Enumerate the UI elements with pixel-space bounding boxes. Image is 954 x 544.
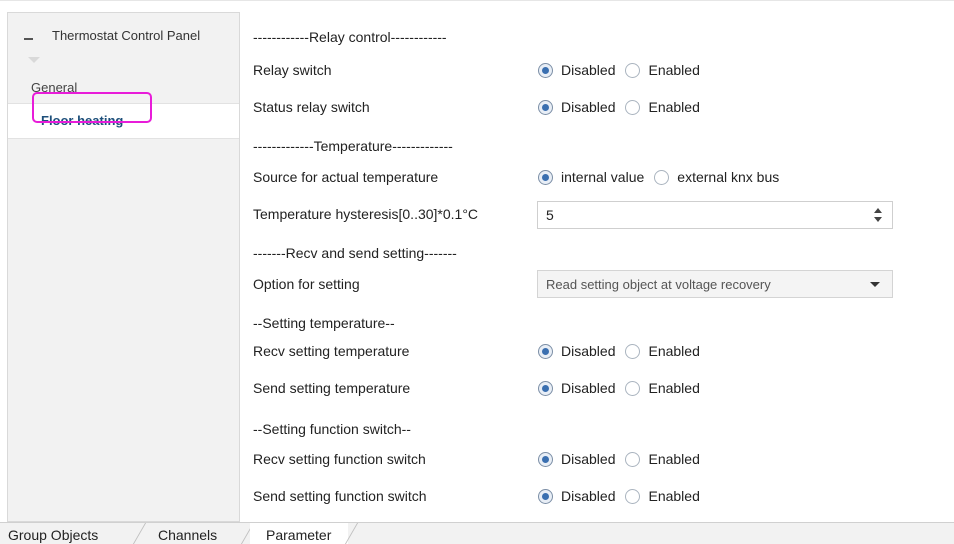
radio-selected-icon[interactable] — [538, 451, 553, 467]
radio-disabled[interactable]: Disabled — [538, 62, 615, 78]
param-label: Send setting function switch — [253, 488, 427, 504]
radio-selected-icon[interactable] — [538, 169, 553, 185]
radio-group: Disabled Enabled — [538, 451, 710, 467]
spinbox-arrows[interactable] — [874, 206, 882, 224]
parameter-panel: ------------Relay control------------ Re… — [240, 12, 954, 522]
radio-unselected-icon[interactable] — [625, 380, 641, 396]
radio-group: Disabled Enabled — [538, 488, 710, 504]
hysteresis-spinbox[interactable]: 5 — [537, 201, 893, 229]
radio-selected-icon[interactable] — [538, 488, 553, 504]
radio-enabled[interactable]: Enabled — [625, 488, 700, 504]
radio-disabled[interactable]: Disabled — [538, 488, 615, 504]
param-label: Source for actual temperature — [253, 169, 439, 185]
radio-disabled[interactable]: Disabled — [538, 380, 615, 396]
spinbox-value[interactable]: 5 — [546, 207, 554, 223]
dropdown-value: Read setting object at voltage recovery — [546, 277, 771, 292]
tree-root[interactable]: Thermostat Control Panel — [8, 13, 239, 63]
radio-group: Disabled Enabled — [538, 380, 710, 396]
separator-text: --Setting temperature-- — [253, 315, 395, 331]
bottom-tab-bar: Group Objects Channels Parameter — [0, 522, 954, 544]
radio-unselected-icon[interactable] — [625, 488, 641, 504]
radio-disabled[interactable]: Disabled — [538, 451, 615, 467]
radio-enabled[interactable]: Enabled — [625, 451, 700, 467]
radio-group: internal value external knx bus — [538, 169, 789, 185]
radio-label: external knx bus — [677, 169, 780, 185]
radio-selected-icon[interactable] — [538, 380, 553, 396]
radio-enabled[interactable]: Enabled — [625, 62, 700, 78]
spin-down-icon[interactable] — [874, 217, 882, 222]
param-label: Send setting temperature — [253, 380, 411, 396]
radio-label: Disabled — [561, 380, 616, 396]
collapse-icon[interactable] — [24, 38, 33, 40]
tree-root-label: Thermostat Control Panel — [52, 28, 201, 43]
param-label: Status relay switch — [253, 99, 370, 115]
option-setting-dropdown[interactable]: Read setting object at voltage recovery — [537, 270, 893, 298]
radio-unselected-icon[interactable] — [654, 169, 670, 185]
radio-enabled[interactable]: Enabled — [625, 380, 700, 396]
param-label: Relay switch — [253, 62, 332, 78]
tab-group-objects[interactable]: Group Objects — [0, 523, 140, 544]
radio-selected-icon[interactable] — [538, 343, 553, 359]
radio-label: internal value — [561, 169, 645, 185]
tab-label: Group Objects — [8, 527, 99, 543]
radio-unselected-icon[interactable] — [625, 451, 641, 467]
separator-text: -------------Temperature------------- — [253, 138, 453, 154]
radio-disabled[interactable]: Disabled — [538, 99, 615, 115]
radio-internal-value[interactable]: internal value — [538, 169, 644, 185]
radio-label: Enabled — [648, 99, 700, 115]
radio-group: Disabled Enabled — [538, 343, 710, 359]
tree-notch — [28, 57, 40, 63]
radio-label: Enabled — [648, 343, 700, 359]
radio-label: Disabled — [561, 343, 616, 359]
radio-label: Disabled — [561, 451, 616, 467]
radio-unselected-icon[interactable] — [625, 62, 641, 78]
radio-unselected-icon[interactable] — [625, 343, 641, 359]
radio-label: Enabled — [648, 451, 700, 467]
radio-disabled[interactable]: Disabled — [538, 343, 615, 359]
radio-group: Disabled Enabled — [538, 99, 710, 115]
window-top-edge — [0, 0, 954, 11]
chevron-down-icon[interactable] — [870, 282, 880, 287]
radio-label: Disabled — [561, 99, 616, 115]
tab-label: Channels — [158, 527, 218, 543]
radio-label: Enabled — [648, 380, 700, 396]
spin-up-icon[interactable] — [874, 208, 882, 213]
radio-group: Disabled Enabled — [538, 62, 710, 78]
param-label: Option for setting — [253, 276, 360, 292]
param-label: Temperature hysteresis[0..30]*0.1°C — [253, 206, 479, 222]
radio-label: Disabled — [561, 62, 616, 78]
separator-text: --Setting function switch-- — [253, 421, 411, 437]
radio-enabled[interactable]: Enabled — [625, 99, 700, 115]
radio-selected-icon[interactable] — [538, 62, 553, 78]
param-label: Recv setting function switch — [253, 451, 426, 467]
radio-selected-icon[interactable] — [538, 99, 553, 115]
radio-label: Enabled — [648, 488, 700, 504]
tab-channels[interactable]: Channels — [145, 523, 240, 544]
radio-enabled[interactable]: Enabled — [625, 343, 700, 359]
parameter-tree: Thermostat Control Panel General Floor h… — [7, 12, 240, 522]
separator-text: ------------Relay control------------ — [253, 29, 447, 45]
tab-parameter[interactable]: Parameter — [250, 523, 348, 544]
radio-external-knx-bus[interactable]: external knx bus — [654, 169, 779, 185]
param-label: Recv setting temperature — [253, 343, 410, 359]
separator-text: -------Recv and send setting------- — [253, 245, 457, 261]
radio-label: Disabled — [561, 488, 616, 504]
radio-unselected-icon[interactable] — [625, 99, 641, 115]
tab-label: Parameter — [266, 527, 332, 543]
radio-label: Enabled — [648, 62, 700, 78]
selection-highlight-annotation — [32, 92, 152, 123]
